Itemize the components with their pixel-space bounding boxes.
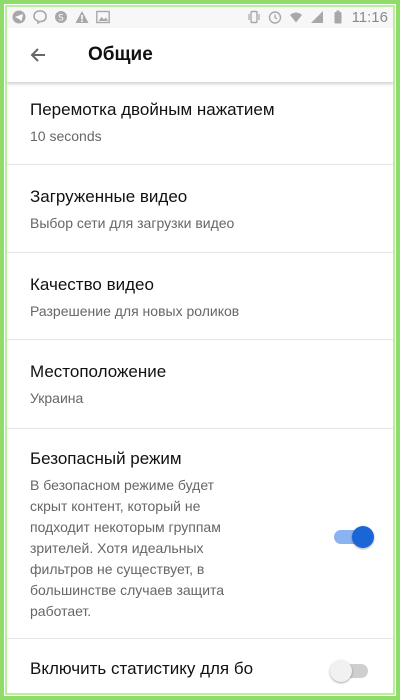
app-bar: Общие xyxy=(6,28,394,82)
setting-downloads[interactable]: Загруженные видео Выбор сети для загрузк… xyxy=(6,165,394,253)
setting-title: Местоположение xyxy=(30,362,167,381)
statistics-toggle[interactable] xyxy=(330,660,368,682)
setting-quality[interactable]: Качество видео Разрешение для новых роли… xyxy=(6,253,394,340)
setting-subtitle: Выбор сети для загрузки видео xyxy=(30,215,235,231)
vibrate-icon xyxy=(247,10,260,24)
setting-title: Загруженные видео xyxy=(30,187,188,206)
wifi-icon xyxy=(289,12,302,23)
arrow-left-icon xyxy=(30,48,45,62)
warning-icon xyxy=(75,11,89,23)
battery-icon xyxy=(334,10,342,24)
viber-icon xyxy=(33,10,47,24)
setting-safe-mode[interactable]: Безопасный режим В безопасном режиме буд… xyxy=(6,429,394,639)
back-button[interactable] xyxy=(14,31,62,79)
setting-description: В безопасном режиме будет скрыт контент,… xyxy=(30,477,225,619)
alarm-icon xyxy=(268,11,281,24)
setting-title: Перемотка двойным нажатием xyxy=(30,100,275,119)
gallery-icon xyxy=(96,10,110,24)
safe-mode-toggle[interactable] xyxy=(334,526,374,548)
setting-double-tap[interactable]: Перемотка двойным нажатием 10 seconds xyxy=(6,82,394,165)
telegram-icon xyxy=(12,10,26,24)
setting-title: Включить статистику для бо xyxy=(30,659,254,678)
setting-statistics[interactable]: Включить статистику для бо xyxy=(6,639,394,694)
setting-value: Украина xyxy=(30,390,84,406)
status-time: 11:16 xyxy=(351,8,388,26)
svg-text:S: S xyxy=(58,14,64,24)
setting-value: 10 seconds xyxy=(30,128,102,144)
toggle-thumb xyxy=(352,526,374,548)
setting-title: Качество видео xyxy=(30,275,154,294)
settings-list: Перемотка двойным нажатием 10 seconds За… xyxy=(6,82,394,694)
toggle-thumb xyxy=(330,660,352,682)
setting-location[interactable]: Местоположение Украина xyxy=(6,340,394,429)
signal-icon xyxy=(310,11,323,23)
setting-title: Безопасный режим xyxy=(30,449,182,468)
status-bar: S 11:16 xyxy=(6,6,394,28)
skype-icon: S xyxy=(55,11,67,24)
setting-subtitle: Разрешение для новых роликов xyxy=(30,303,240,319)
page-title: Общие xyxy=(88,44,153,65)
